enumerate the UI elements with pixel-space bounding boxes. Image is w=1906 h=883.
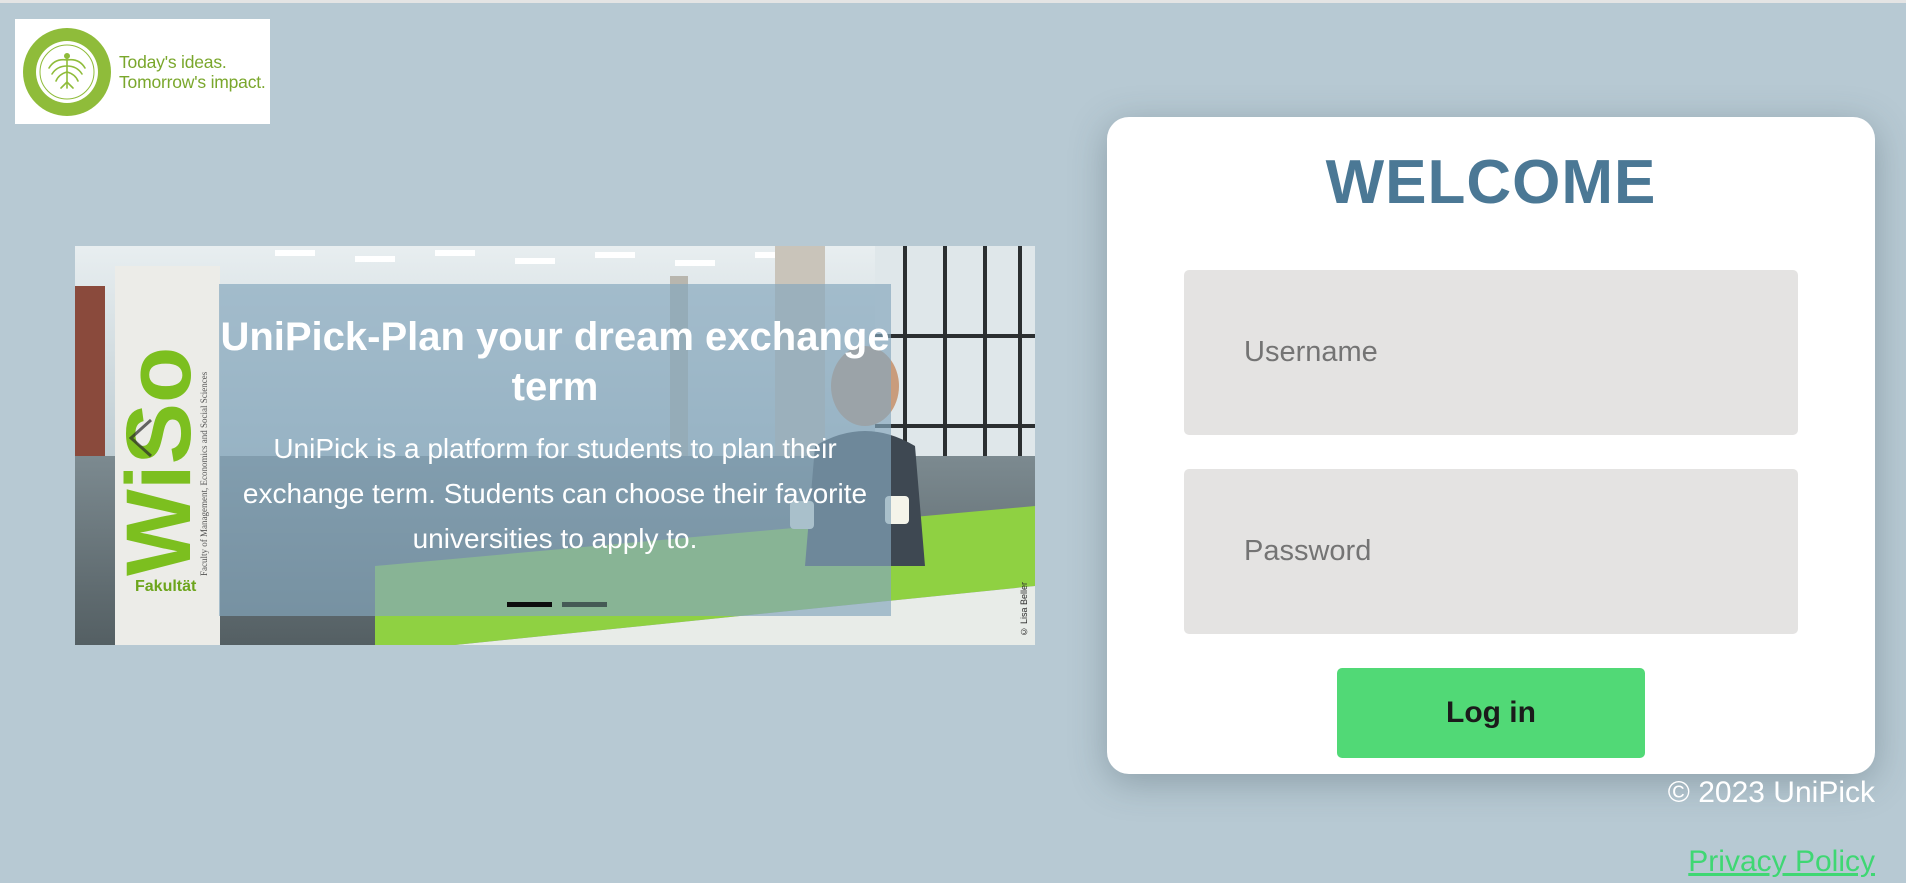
carousel-indicator-2[interactable]	[562, 602, 607, 607]
welcome-title: WELCOME	[1325, 148, 1657, 217]
logo-tagline-line1: Today's ideas.	[119, 51, 227, 72]
chevron-left-icon	[128, 418, 153, 458]
wiso-sign-caption: Faculty of Management, Economics and Soc…	[199, 371, 209, 576]
wiso-sign-text: WiSo	[108, 347, 210, 576]
carousel-indicators	[507, 602, 607, 607]
faculty-logo: Today's ideas. Tomorrow's impact.	[15, 19, 270, 124]
password-input[interactable]	[1184, 469, 1798, 634]
photo-credit: © Lisa Beller	[1019, 582, 1029, 637]
carousel-description: UniPick is a platform for students to pl…	[242, 433, 868, 554]
wiso-sign-subtext: Fakultät	[135, 578, 197, 595]
logo-tagline-line2: Tomorrow's impact.	[119, 71, 266, 92]
carousel-indicator-1[interactable]	[507, 602, 552, 607]
faculty-seal-icon	[23, 27, 111, 116]
login-card: WELCOME Log in	[1107, 117, 1875, 774]
logo-tagline: Today's ideas. Tomorrow's impact.	[119, 52, 266, 92]
copyright-text: © 2023 UniPick	[1667, 776, 1875, 809]
username-input[interactable]	[1184, 270, 1798, 435]
carousel-caption: UniPick-Plan your dream exchange term Un…	[219, 284, 891, 616]
carousel-title: UniPick-Plan your dream exchange term	[220, 315, 890, 409]
privacy-policy-link[interactable]: Privacy Policy	[1688, 844, 1875, 880]
hero-carousel: WiSo Fakultät Faculty of Management, Eco…	[75, 246, 1035, 645]
login-button[interactable]: Log in	[1337, 668, 1645, 758]
carousel-prev-button[interactable]	[123, 416, 157, 460]
